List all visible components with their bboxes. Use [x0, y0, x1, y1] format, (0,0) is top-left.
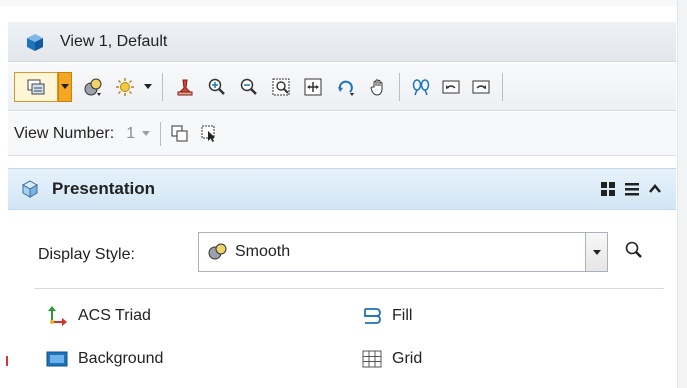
previous-view-icon	[442, 80, 460, 93]
toolbar-separator	[160, 121, 162, 146]
copy-view-icon	[171, 125, 188, 141]
rotate-view-button[interactable]	[329, 72, 363, 102]
display-style-icon	[84, 78, 102, 96]
acs-triad-icon	[48, 306, 67, 326]
zoom-out-icon	[240, 78, 257, 95]
acs-triad-label: ACS Triad	[78, 307, 151, 324]
window-area-button[interactable]	[265, 72, 297, 102]
display-style-select[interactable]: Smooth	[198, 232, 608, 272]
presentation-header[interactable]: Presentation	[8, 168, 676, 210]
title-bar: View 1, Default	[8, 22, 676, 62]
presentation-cube-icon	[21, 180, 39, 198]
camera-button[interactable]	[406, 72, 436, 102]
window-title: View 1, Default	[60, 32, 168, 50]
chevron-down-icon	[592, 249, 601, 255]
search-icon[interactable]	[624, 240, 644, 260]
pick-view-button[interactable]	[195, 119, 225, 149]
update-view-icon	[177, 79, 193, 95]
chevron-down-icon[interactable]	[142, 131, 151, 136]
rotate-view-icon	[338, 80, 354, 96]
view-attributes-icon	[27, 79, 45, 94]
fit-view-icon	[304, 78, 322, 95]
display-style-icon	[208, 243, 227, 260]
lighting-button[interactable]	[110, 72, 140, 102]
lighting-icon	[116, 77, 134, 96]
zoom-in-icon	[208, 78, 225, 95]
zoom-out-button[interactable]	[233, 72, 265, 102]
grid-view-icon[interactable]	[600, 181, 616, 197]
fit-view-button[interactable]	[297, 72, 329, 102]
grid-icon	[362, 350, 382, 368]
view-number-row: View Number: 1	[8, 112, 676, 156]
zoom-in-button[interactable]	[201, 72, 233, 102]
right-scroll-edge	[677, 0, 687, 388]
background-item[interactable]: Background	[46, 350, 163, 368]
update-view-button[interactable]	[169, 72, 201, 102]
background-label: Background	[78, 350, 164, 367]
lighting-dropdown[interactable]	[140, 72, 156, 102]
view-number-value[interactable]: 1	[126, 125, 135, 143]
list-view-icon[interactable]	[624, 181, 640, 197]
display-style-dropdown-button[interactable]	[585, 233, 607, 271]
window-area-icon	[272, 78, 290, 95]
top-strip	[0, 0, 687, 6]
collapse-icon[interactable]	[648, 182, 662, 196]
view-number-label: View Number:	[14, 124, 115, 142]
view-cube-icon	[27, 33, 43, 51]
presentation-title: Presentation	[52, 179, 155, 198]
view-attributes-button[interactable]	[14, 71, 58, 102]
view-attributes-window: View 1, Default View Number: 1 Presentat…	[0, 0, 687, 388]
toolbar-separator	[502, 72, 503, 101]
view-toolbar	[8, 63, 676, 111]
display-style-value: Smooth	[235, 243, 291, 260]
fill-item[interactable]: Fill	[362, 306, 412, 326]
chevron-down-icon	[61, 84, 69, 89]
pan-view-icon	[370, 78, 383, 96]
chevron-down-icon	[144, 84, 152, 89]
toolbar-separator	[399, 72, 400, 101]
next-view-button[interactable]	[466, 72, 496, 102]
grid-label: Grid	[392, 350, 423, 367]
grid-item[interactable]: Grid	[362, 350, 422, 368]
acs-triad-item[interactable]: ACS Triad	[46, 306, 151, 326]
next-view-icon	[472, 80, 490, 93]
divider	[34, 288, 664, 289]
fill-icon	[364, 308, 381, 324]
camera-icon	[412, 78, 430, 95]
display-style-label: Display Style:	[38, 246, 135, 263]
toolbar-separator	[162, 72, 163, 101]
view-attributes-dropdown[interactable]	[58, 71, 72, 102]
previous-view-button[interactable]	[436, 72, 466, 102]
background-icon	[46, 351, 68, 367]
fill-label: Fill	[392, 307, 413, 324]
pick-view-icon	[201, 125, 216, 142]
pan-view-button[interactable]	[363, 72, 393, 102]
copy-view-button[interactable]	[165, 119, 195, 149]
edge-mark	[6, 356, 8, 366]
display-style-button[interactable]	[76, 72, 110, 102]
